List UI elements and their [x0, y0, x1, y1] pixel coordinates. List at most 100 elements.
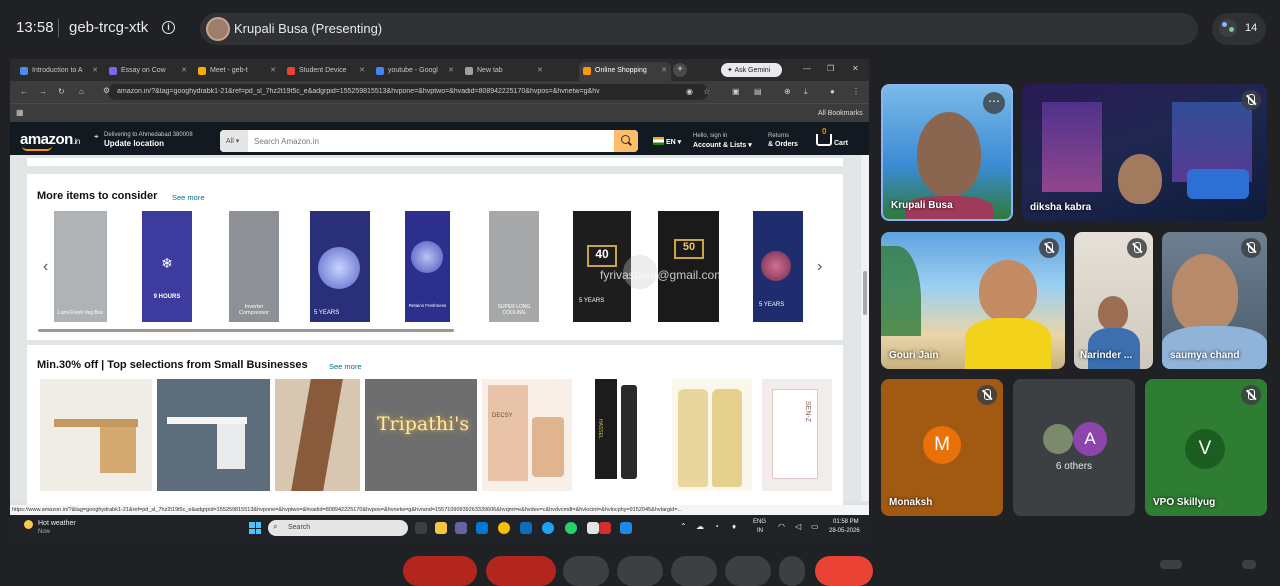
home-icon[interactable]: ⌂ [79, 87, 84, 96]
tray-icon[interactable]: ☁ [696, 522, 704, 531]
raise-hand-button[interactable] [725, 556, 771, 586]
browser-tab[interactable]: youtube - Googl ✕ [372, 62, 458, 81]
close-icon[interactable]: ✕ [537, 66, 543, 74]
product-image[interactable]: 5 YEARS [753, 211, 803, 322]
account-line1[interactable]: Hello, sign in [693, 133, 727, 139]
more-options-icon[interactable]: ⋯ [983, 92, 1005, 114]
hide-icon[interactable]: ◉ [686, 87, 693, 96]
extension-icon[interactable]: ▣ [732, 87, 740, 96]
participant-tile[interactable]: M Monaksh [881, 379, 1003, 516]
update-location-link[interactable]: Update location [104, 139, 164, 148]
language-select[interactable]: EN ▾ [666, 138, 681, 146]
browser-tab[interactable]: Essay on Cow ✕ [105, 62, 191, 81]
present-button[interactable] [671, 556, 717, 586]
participant-tile[interactable]: ⋯ Krupali Busa [881, 84, 1013, 221]
profile-icon[interactable]: ● [830, 87, 835, 96]
close-icon[interactable]: ✕ [359, 66, 365, 74]
apps-icon[interactable]: ▦ [16, 108, 24, 117]
carousel-scrollbar[interactable] [38, 329, 454, 332]
carousel-left-icon[interactable]: ‹ [43, 258, 48, 276]
participant-tile[interactable]: V VPO Skillyug [1145, 379, 1267, 516]
weather-title[interactable]: Hot weather [38, 520, 76, 527]
page-scrollbar[interactable] [861, 155, 869, 501]
back-icon[interactable]: ← [20, 87, 28, 96]
product-image[interactable]: Retains Freshness [405, 211, 450, 322]
app-icon[interactable] [620, 522, 632, 534]
page-scrollbar-thumb[interactable] [863, 271, 867, 315]
forward-icon[interactable]: → [39, 87, 47, 96]
camera-button[interactable] [486, 556, 556, 586]
chevron-up-icon[interactable]: ⌃ [680, 522, 687, 531]
task-view-icon[interactable] [415, 522, 427, 534]
meeting-details-icon[interactable] [1160, 560, 1182, 569]
browser-tab[interactable]: Meet - geb-t ✕ [194, 62, 280, 81]
word-icon[interactable] [520, 522, 532, 534]
bookmark-star-icon[interactable]: ☆ [703, 87, 710, 96]
taskbar-search-input[interactable]: Search [268, 520, 408, 536]
more-options-button[interactable] [779, 556, 805, 586]
tray-icon[interactable]: ◔ [714, 522, 719, 531]
product-image[interactable]: SEN-Z [762, 379, 832, 491]
product-image[interactable]: 40 5 YEARS [573, 211, 631, 322]
see-more-link[interactable]: See more [172, 193, 205, 202]
taskbar-time[interactable]: 01:58 PM [833, 519, 859, 525]
participant-tile[interactable]: Gouri Jain [881, 232, 1065, 369]
product-image[interactable] [275, 379, 360, 491]
teams-icon[interactable] [455, 522, 467, 534]
windows-start-icon[interactable] [249, 522, 261, 534]
menu-icon[interactable]: ⋮ [852, 87, 860, 96]
product-image[interactable] [157, 379, 270, 491]
all-bookmarks[interactable]: All Bookmarks [818, 110, 863, 117]
carousel-right-icon[interactable]: › [817, 258, 822, 276]
mic-button[interactable] [403, 556, 477, 586]
volume-icon[interactable]: ◁ [795, 522, 801, 531]
participant-tile[interactable]: diksha kabra [1022, 84, 1267, 221]
product-image[interactable] [40, 379, 152, 491]
product-image[interactable] [672, 379, 752, 491]
edge-icon[interactable] [542, 522, 554, 534]
language-indicator[interactable]: ENG [753, 519, 766, 525]
browser-tab[interactable]: Student Device ✕ [283, 62, 369, 81]
participant-tile[interactable]: Narinder ... [1074, 232, 1153, 369]
product-image[interactable]: DECSY [482, 379, 572, 491]
close-icon[interactable]: ✕ [661, 66, 667, 74]
search-button[interactable] [614, 130, 638, 152]
extension-icon[interactable]: ⊕ [784, 87, 791, 96]
weather-icon[interactable] [24, 520, 33, 529]
captions-button[interactable] [563, 556, 609, 586]
browser-tab-active[interactable]: Online Shopping ✕ [579, 62, 671, 81]
store-icon[interactable] [587, 522, 599, 534]
close-icon[interactable]: ✕ [181, 66, 187, 74]
site-info-icon[interactable]: ⚙ [103, 86, 110, 95]
product-image[interactable]: Lumi Fresh Veg Box [54, 211, 107, 322]
product-image[interactable]: SUPER LONG COOLING [489, 211, 539, 322]
close-window-icon[interactable]: ✕ [852, 64, 859, 73]
acrobat-icon[interactable] [599, 522, 611, 534]
product-image[interactable]: Inverter Compressor [229, 211, 279, 322]
product-image[interactable]: 5 YEARS [310, 211, 370, 322]
search-department-select[interactable]: All ▾ [220, 130, 248, 152]
close-icon[interactable]: ✕ [270, 66, 276, 74]
battery-icon[interactable]: ▭ [811, 522, 819, 531]
file-explorer-icon[interactable] [435, 522, 447, 534]
product-image[interactable]: ❄ 9 HOURS [142, 211, 192, 322]
minimize-icon[interactable]: — [803, 64, 811, 73]
wifi-icon[interactable]: ◠ [778, 522, 785, 531]
product-image[interactable]: Tripathi's [365, 379, 477, 491]
cart-label[interactable]: Cart [834, 140, 848, 147]
ask-gemini-button[interactable]: ✦ Ask Gemini [721, 63, 782, 77]
account-lists-link[interactable]: Account & Lists ▾ [693, 141, 752, 149]
returns-line1[interactable]: Returns [768, 133, 789, 139]
amazon-search-input[interactable]: Search Amazon.in [250, 130, 610, 152]
downloads-icon[interactable]: ⤓ [804, 87, 808, 97]
new-tab-button[interactable]: + [673, 63, 687, 77]
close-icon[interactable]: ✕ [448, 66, 454, 74]
see-more-link[interactable]: See more [329, 362, 362, 371]
restore-icon[interactable]: ❐ [827, 64, 834, 73]
whatsapp-icon[interactable] [565, 522, 577, 534]
others-tile[interactable]: A 6 others [1013, 379, 1135, 516]
emoji-button[interactable] [617, 556, 663, 586]
reload-icon[interactable]: ↻ [58, 87, 65, 96]
product-image[interactable]: HASSEL [587, 379, 655, 491]
browser-tab[interactable]: Introduction to A ✕ [16, 62, 102, 81]
